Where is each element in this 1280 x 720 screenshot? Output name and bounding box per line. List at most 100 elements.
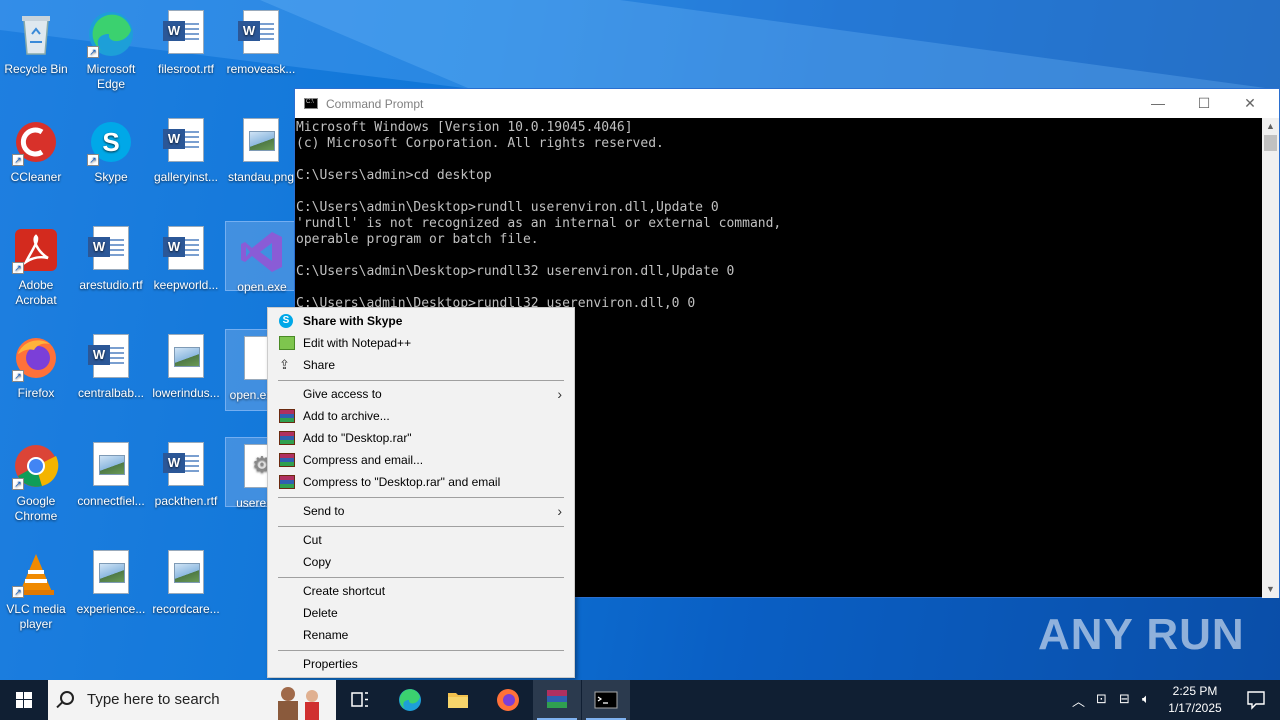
cmd-icon [594,691,618,709]
desktop-icon-centralbab[interactable]: centralbab... [75,328,147,401]
winrar-icon [279,409,295,423]
context-menu: S Share with Skype Edit with Notepad++ ⇪… [267,307,575,678]
menu-item-compress-and-email[interactable]: Compress and email... [270,449,572,471]
menu-item-delete[interactable]: Delete [270,602,572,624]
skype-icon: S ↗ [87,118,135,166]
desktop-icon-arestudio[interactable]: arestudio.rtf [75,220,147,293]
recycle-bin-icon [12,10,60,58]
minimize-button[interactable]: — [1135,89,1181,118]
cmd-scrollbar[interactable]: ▲ ▼ [1262,118,1279,598]
taskbar-firefox[interactable] [484,680,532,720]
taskbar-search-box[interactable]: Type here to search [48,680,336,720]
scroll-down-icon[interactable]: ▼ [1262,581,1279,598]
word-doc-icon [237,10,285,58]
word-doc-icon [87,226,135,274]
menu-item-give-access-to[interactable]: Give access to › [270,383,572,405]
desktop-icon-recycle-bin[interactable]: Recycle Bin [0,4,72,77]
desktop-icon-galleryinst[interactable]: galleryinst... [150,112,222,185]
menu-item-send-to[interactable]: Send to › [270,500,572,522]
desktop-icon-label: packthen.rtf [154,494,218,508]
menu-item-label: Send to [303,504,345,518]
volume-icon[interactable]: 🔈︎ [1142,691,1150,707]
desktop-icon-standau[interactable]: standau.png [225,112,297,185]
taskbar-winrar[interactable] [533,680,581,720]
ccleaner-icon: ↗ [12,118,60,166]
desktop-icon-label: keepworld... [153,278,219,292]
menu-item-copy[interactable]: Copy [270,551,572,573]
firefox-icon: ↗ [12,334,60,382]
desktop-icon-label: standau.png [227,170,295,184]
menu-item-label: Edit with Notepad++ [303,336,412,350]
shortcut-arrow-icon: ↗ [87,46,99,58]
notification-center-button[interactable] [1232,680,1280,720]
desktop-icon-packthen[interactable]: packthen.rtf [150,436,222,509]
desktop-icon-skype[interactable]: S ↗ Skype [75,112,147,185]
desktop-icon-label: arestudio.rtf [79,278,143,292]
desktop-icon-label: Adobe Acrobat [15,278,57,307]
menu-item-properties[interactable]: Properties [270,653,572,675]
desktop-icon-vlc[interactable]: ↗ VLC media player [0,544,72,632]
menu-item-edit-notepad-plus-plus[interactable]: Edit with Notepad++ [270,332,572,354]
search-highlight-boxer-icon [278,687,319,720]
winrar-icon [279,431,295,445]
menu-item-add-to-archive[interactable]: Add to archive... [270,405,572,427]
desktop-icon-filesroot[interactable]: filesroot.rtf [150,4,222,77]
menu-item-label: Rename [303,628,349,642]
word-doc-icon [162,10,210,58]
menu-item-label: Add to archive... [303,409,390,423]
desktop-icon-firefox[interactable]: ↗ Firefox [0,328,72,401]
desktop-icon-acrobat[interactable]: ↗ Adobe Acrobat [0,220,72,308]
menu-item-label: Properties [303,657,358,671]
tray-overflow-chevron-icon[interactable]: ︿ [1072,691,1085,710]
desktop-icon-label: lowerindus... [152,386,220,400]
desktop-icon-label: experience... [76,602,146,616]
shortcut-arrow-icon: ↗ [12,586,24,598]
winrar-icon [547,690,567,708]
firefox-icon [497,689,519,711]
desktop-icon-label: filesroot.rtf [157,62,214,76]
taskbar-command-prompt[interactable] [582,680,630,720]
menu-item-add-to-desktop-rar[interactable]: Add to "Desktop.rar" [270,427,572,449]
desktop-icon-label: Recycle Bin [4,62,68,76]
anyrun-watermark: ANY RUN [1038,610,1245,659]
menu-item-cut[interactable]: Cut [270,529,572,551]
maximize-button[interactable]: ☐ [1181,89,1227,118]
task-view-button[interactable] [336,680,384,720]
menu-item-label: Create shortcut [303,584,386,598]
taskbar-clock[interactable]: 2:25 PM 1/17/2025 [1162,680,1228,720]
network-icon[interactable]: ⊟ [1119,691,1130,707]
menu-item-rename[interactable]: Rename [270,624,572,646]
menu-item-label: Copy [303,555,332,569]
desktop-icon-open-exe[interactable]: open.exe [225,221,299,294]
desktop-icon-edge[interactable]: ↗ Microsoft Edge [75,4,147,92]
folder-icon [448,693,468,708]
desktop-icon-recordcare[interactable]: recordcare... [150,544,222,617]
start-button[interactable] [0,680,48,720]
menu-separator [278,650,564,651]
desktop-icon-experience[interactable]: experience... [75,544,147,617]
taskbar-file-explorer[interactable] [434,680,482,720]
desktop-icon-connectfiel[interactable]: connectfiel... [75,436,147,509]
menu-item-create-shortcut[interactable]: Create shortcut [270,580,572,602]
notepad-plus-plus-icon [279,336,295,350]
desktop-icon-label: Skype [94,170,128,184]
scroll-up-icon[interactable]: ▲ [1262,118,1279,135]
desktop-icon-ccleaner[interactable]: ↗ CCleaner [0,112,72,185]
taskbar-edge[interactable] [386,680,434,720]
word-doc-icon [162,442,210,490]
menu-item-label: Compress to "Desktop.rar" and email [303,475,501,489]
close-button[interactable]: ✕ [1227,89,1273,118]
scroll-thumb[interactable] [1264,135,1277,151]
cmd-title: Command Prompt [326,96,424,111]
desktop-icon-label: VLC media player [6,602,66,631]
menu-separator [278,380,564,381]
desktop-icon-chrome[interactable]: ↗ Google Chrome [0,436,72,524]
desktop-icon-lowerindus[interactable]: lowerindus... [150,328,222,401]
desktop-icon-keepworld[interactable]: keepworld... [150,220,222,293]
menu-item-share[interactable]: ⇪ Share [270,354,572,376]
cmd-title-bar[interactable]: Command Prompt [295,89,1279,118]
tray-device-icon[interactable]: ⊡ [1096,691,1107,707]
menu-item-share-with-skype[interactable]: S Share with Skype [270,310,572,332]
menu-item-compress-to-desktop-rar-email[interactable]: Compress to "Desktop.rar" and email [270,471,572,493]
desktop-icon-removeask[interactable]: removeask... [225,4,297,77]
